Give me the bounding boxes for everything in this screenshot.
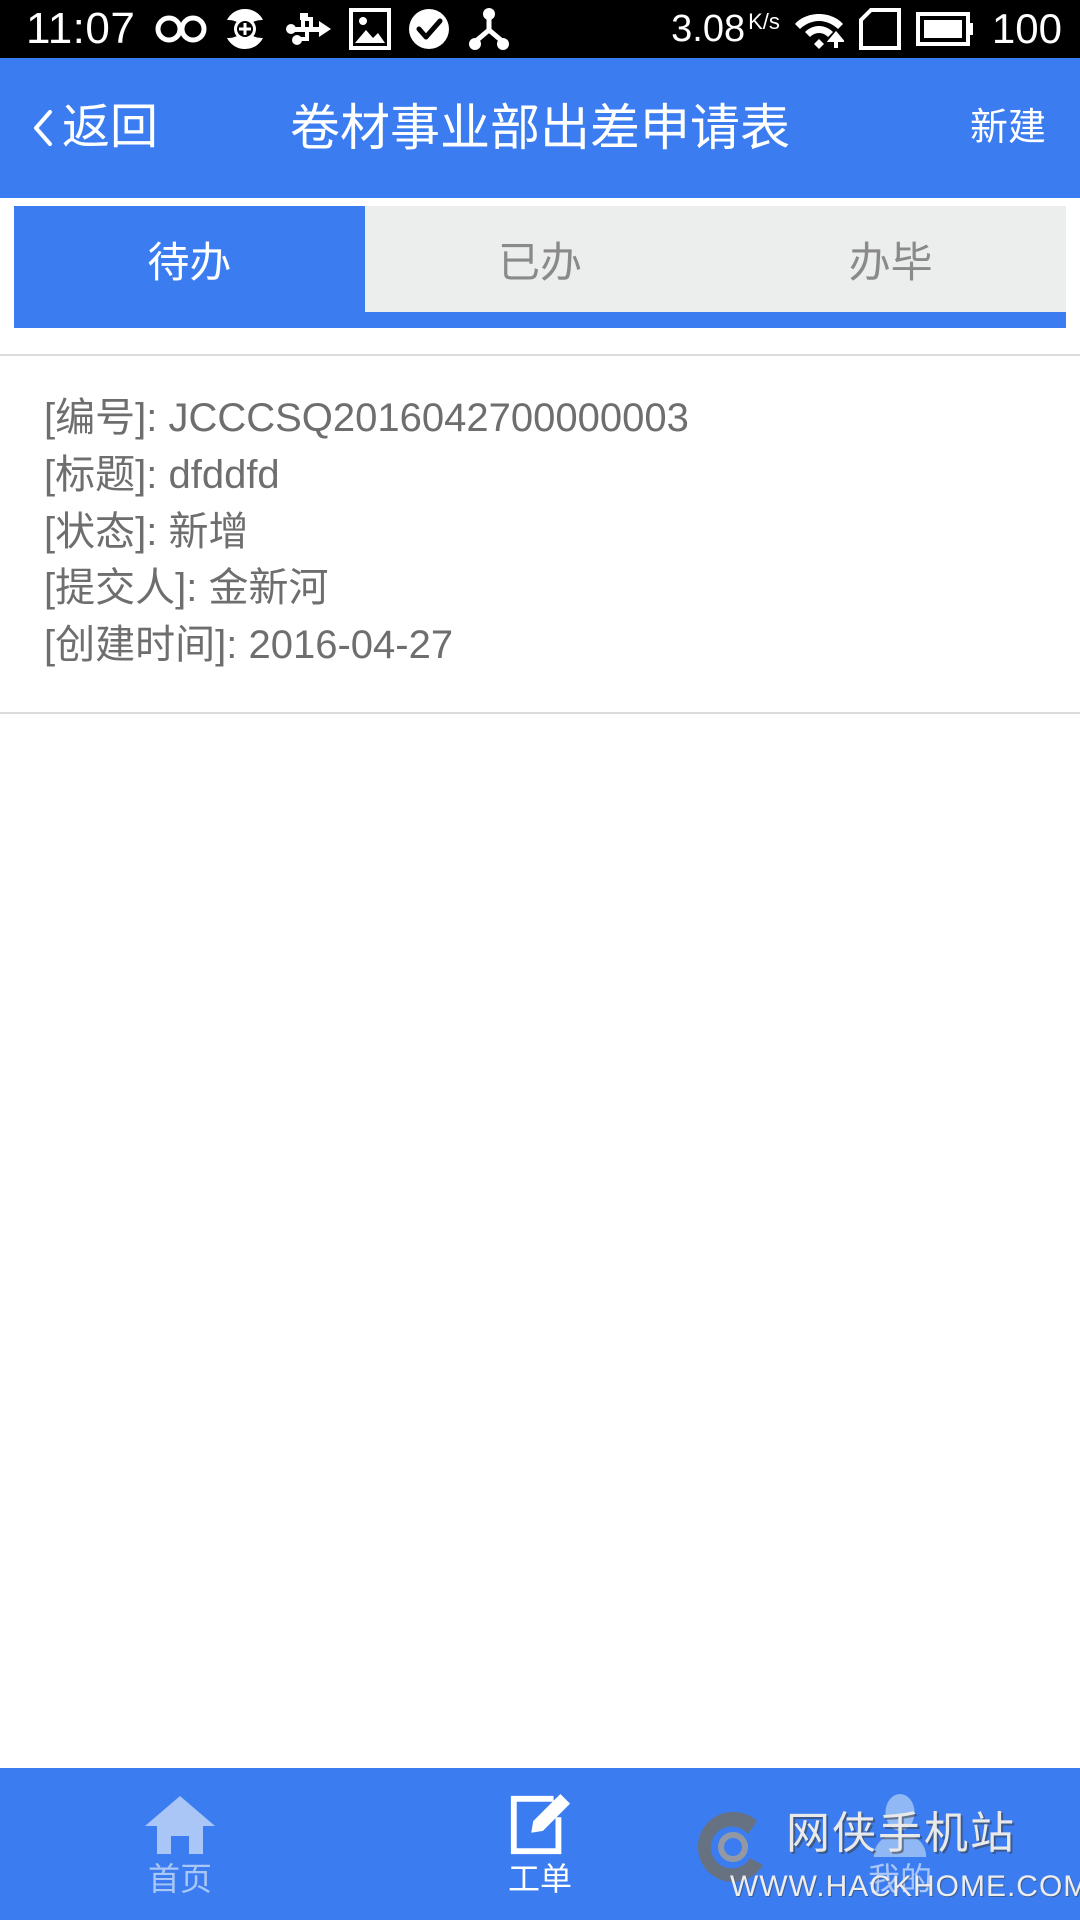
list-item[interactable]: [编号]: JCCCSQ2016042700000003 [标题]: dfddf…: [0, 354, 1080, 714]
record-status-line: [状态]: 新增: [44, 504, 1036, 561]
network-speed-value: 3.08: [671, 8, 746, 50]
back-button-label: 返回: [62, 101, 159, 154]
record-status-value: 新增: [168, 509, 249, 554]
tab-underline: [14, 312, 1066, 328]
wifi-icon: [794, 14, 844, 49]
record-title-value: dfddfd: [168, 452, 280, 497]
chevron-left-icon: [34, 110, 52, 146]
battery-percent: 100: [991, 5, 1062, 52]
record-submitter-label: [提交人]:: [44, 566, 198, 611]
record-list: [编号]: JCCCSQ2016042700000003 [标题]: dfddf…: [0, 328, 1080, 1768]
usb-icon: [286, 13, 332, 45]
home-icon: [145, 1796, 215, 1854]
nav-item-profile[interactable]: 我的: [720, 1768, 1080, 1920]
record-submitter-value: 金新河: [208, 566, 329, 611]
record-code-value: JCCCSQ2016042700000003: [168, 396, 689, 440]
work-order-edit-icon: [510, 1793, 571, 1855]
sim-card-icon: [858, 8, 901, 50]
record-created-value: 2016-04-27: [248, 623, 454, 668]
app-header: 返回 卷材事业部出差申请表 新建: [0, 58, 1080, 198]
tab-strip: 待办 已办 办毕: [14, 206, 1066, 312]
status-bar-clock: 11:07: [26, 4, 136, 53]
user-profile-icon: [873, 1793, 927, 1857]
record-title-label: [标题]:: [44, 452, 158, 497]
status-bar: 11:07 3.08 K/s 100: [0, 0, 1080, 58]
new-record-button[interactable]: 新建: [936, 109, 1080, 147]
tab-processed[interactable]: 已办: [365, 206, 716, 312]
share-node-icon: [469, 8, 510, 50]
battery-icon: [915, 12, 973, 46]
infinity-icon: [155, 15, 207, 43]
network-speed-unit-k: K: [748, 9, 763, 34]
record-status-label: [状态]:: [44, 509, 158, 554]
screenshot-image-icon: [349, 8, 392, 50]
back-button[interactable]: 返回: [0, 58, 182, 198]
sync-add-icon: [227, 8, 264, 50]
tab-strip-container: 待办 已办 办毕: [0, 198, 1080, 328]
record-code-label: [编号]:: [44, 396, 158, 440]
record-created-label: [创建时间]:: [44, 623, 238, 668]
tab-pending[interactable]: 待办: [14, 206, 365, 312]
status-bar-right-group: 3.08 K/s 100: [671, 7, 1062, 51]
record-submitter-line: [提交人]: 金新河: [44, 560, 1036, 617]
record-created-line: [创建时间]: 2016-04-27: [44, 617, 1036, 674]
network-speed: 3.08 K/s: [671, 8, 780, 50]
status-bar-icon-group: [155, 7, 511, 51]
phone-screen: 11:07 3.08 K/s 100 返回 卷材事业部出差申请表 新建 待办 已…: [0, 0, 1080, 1920]
tab-completed-label: 办毕: [848, 238, 933, 286]
nav-item-workorder-label: 工单: [507, 1861, 572, 1897]
tab-pending-label: 待办: [147, 238, 232, 286]
record-code-line: [编号]: JCCCSQ2016042700000003: [44, 390, 1036, 447]
tab-processed-label: 已办: [498, 238, 583, 286]
nav-item-workorder[interactable]: 工单: [360, 1768, 720, 1920]
bottom-navigation: 首页 工单 我的 网侠手机站 WWW.HACKHOME.COM: [0, 1768, 1080, 1920]
nav-item-profile-label: 我的: [867, 1861, 932, 1897]
network-speed-unit-s: /s: [762, 9, 780, 34]
record-title-line: [标题]: dfddfd: [44, 447, 1036, 504]
nav-item-home-label: 首页: [147, 1861, 212, 1897]
check-circle-icon: [409, 9, 450, 49]
tab-completed[interactable]: 办毕: [715, 206, 1066, 312]
nav-item-home[interactable]: 首页: [0, 1768, 360, 1920]
